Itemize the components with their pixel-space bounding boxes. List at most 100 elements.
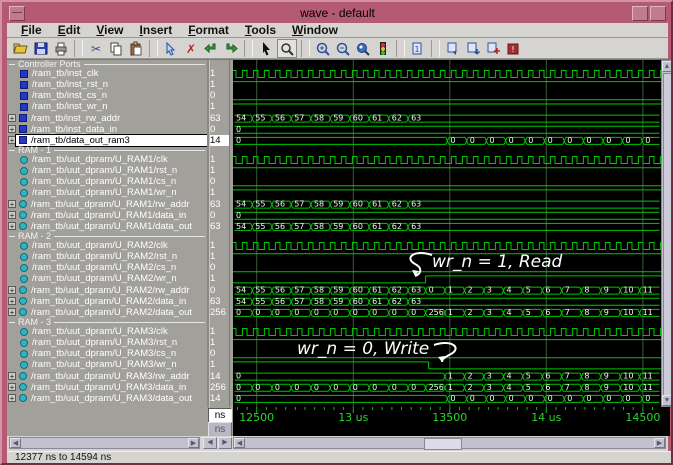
menu-insert[interactable]: Insert bbox=[132, 23, 181, 37]
menu-format[interactable]: Format bbox=[180, 23, 237, 37]
hscroll-thumb[interactable] bbox=[424, 438, 462, 450]
copy-icon[interactable] bbox=[107, 40, 125, 57]
vertical-scrollbar[interactable]: ▲ ▼ bbox=[661, 60, 671, 407]
signal-row[interactable]: + /ram_tb/uut_dpram/U_RAM3/rw_addr bbox=[7, 371, 207, 382]
run-icon[interactable] bbox=[444, 40, 462, 57]
svg-text:55: 55 bbox=[255, 286, 265, 295]
expand-icon[interactable]: + bbox=[8, 286, 16, 295]
signal-row[interactable]: + /ram_tb/uut_dpram/U_RAM3/data_out bbox=[7, 393, 207, 404]
signal-name-panel[interactable]: Controller Ports/ram_tb/inst_clk/ram_tb/… bbox=[7, 60, 207, 407]
print-icon[interactable] bbox=[52, 40, 70, 57]
maximize-button[interactable] bbox=[650, 6, 666, 21]
wave-horizontal-scrollbar[interactable]: ◀ ▶ bbox=[233, 437, 666, 450]
signal-row[interactable]: + /ram_tb/inst_rw_addr bbox=[7, 113, 207, 124]
signal-row[interactable]: /ram_tb/uut_dpram/U_RAM3/cs_n bbox=[7, 348, 207, 359]
toolbar-separator bbox=[244, 39, 253, 57]
svg-text:14 us: 14 us bbox=[531, 411, 561, 422]
annotation-text: wr_n = 0, Write bbox=[297, 339, 429, 359]
select-mode-icon[interactable] bbox=[257, 40, 275, 57]
delete-cursor-icon[interactable]: ✗ bbox=[182, 40, 200, 57]
expand-icon[interactable]: + bbox=[8, 211, 16, 220]
signal-row[interactable]: /ram_tb/uut_dpram/U_RAM2/cs_n bbox=[7, 262, 207, 273]
signal-name: /ram_tb/uut_dpram/U_RAM2/cs_n bbox=[32, 262, 177, 274]
cut-icon[interactable]: ✂ bbox=[87, 40, 105, 57]
scroll-down-icon[interactable]: ▼ bbox=[662, 395, 671, 406]
signal-row[interactable]: + /ram_tb/uut_dpram/U_RAM3/data_in bbox=[7, 382, 207, 393]
zoom-in-icon[interactable] bbox=[314, 40, 332, 57]
svg-text:60: 60 bbox=[353, 286, 363, 295]
signal-row[interactable]: + /ram_tb/uut_dpram/U_RAM2/data_in bbox=[7, 296, 207, 307]
zoom-mode-icon[interactable] bbox=[277, 38, 297, 58]
signal-row[interactable]: /ram_tb/uut_dpram/U_RAM3/clk bbox=[7, 326, 207, 337]
scroll-right-icon[interactable]: ▶ bbox=[188, 438, 199, 448]
vscroll-thumb[interactable] bbox=[663, 73, 671, 396]
scroll-left-icon[interactable]: ◀ bbox=[234, 438, 245, 448]
waveform-canvas[interactable]: 54 55 56 57 58 59 60 61 62 63 0 0 0 0 0 0 0 0 0 0 0 0 0 54 55 56 5… bbox=[233, 60, 661, 407]
save-icon[interactable] bbox=[32, 40, 50, 57]
svg-text:0: 0 bbox=[314, 383, 319, 392]
find-previous-transition-icon[interactable] bbox=[202, 40, 220, 57]
scroll-left-icon[interactable]: ◀ bbox=[10, 438, 21, 448]
pane-shrink-icon[interactable]: ◀ bbox=[203, 437, 217, 449]
signal-row[interactable]: /ram_tb/inst_clk bbox=[7, 68, 207, 79]
signal-stoplight-icon[interactable] bbox=[374, 40, 392, 57]
svg-text:1: 1 bbox=[448, 308, 453, 317]
expand-icon[interactable]: + bbox=[8, 297, 16, 306]
open-icon[interactable] bbox=[12, 40, 30, 57]
signal-row[interactable]: /ram_tb/uut_dpram/U_RAM1/clk bbox=[7, 154, 207, 165]
zoom-out-icon[interactable] bbox=[334, 40, 352, 57]
menu-tools[interactable]: Tools bbox=[237, 23, 284, 37]
expand-icon[interactable]: + bbox=[8, 308, 16, 317]
cursor-track[interactable] bbox=[233, 422, 670, 436]
expand-icon[interactable]: + bbox=[8, 200, 16, 209]
expand-icon[interactable]: + bbox=[8, 125, 16, 134]
pane-grow-icon[interactable]: ▶ bbox=[218, 437, 232, 449]
title-bar[interactable]: wave - default bbox=[7, 4, 668, 22]
menu-file[interactable]: File bbox=[13, 23, 50, 37]
signal-row[interactable]: + /ram_tb/uut_dpram/U_RAM2/rw_addr bbox=[7, 285, 207, 296]
signal-row[interactable]: /ram_tb/uut_dpram/U_RAM1/rst_n bbox=[7, 165, 207, 176]
find-next-transition-icon[interactable] bbox=[222, 40, 240, 57]
expand-icon[interactable]: + bbox=[8, 394, 16, 403]
signal-row[interactable]: /ram_tb/uut_dpram/U_RAM2/wr_n bbox=[7, 273, 207, 284]
signal-value: 1 bbox=[210, 101, 216, 113]
signal-row[interactable]: /ram_tb/uut_dpram/U_RAM1/cs_n bbox=[7, 176, 207, 187]
signal-row[interactable]: + /ram_tb/uut_dpram/U_RAM1/rw_addr bbox=[7, 199, 207, 210]
break-icon[interactable]: ! bbox=[504, 40, 522, 57]
expand-icon[interactable]: + bbox=[8, 136, 16, 145]
svg-text:62: 62 bbox=[392, 200, 402, 209]
scroll-up-icon[interactable]: ▲ bbox=[662, 61, 671, 72]
time-ruler[interactable]: 12500 13 us 13500 14 us 14500 bbox=[233, 407, 670, 424]
add-cursor-icon[interactable] bbox=[162, 40, 180, 57]
menu-view[interactable]: View bbox=[88, 23, 131, 37]
signal-name: /ram_tb/uut_dpram/U_RAM1/wr_n bbox=[32, 187, 177, 199]
restart-icon[interactable]: 1 bbox=[409, 40, 427, 57]
signal-value: 1 bbox=[210, 187, 216, 199]
signal-row[interactable]: /ram_tb/inst_wr_n bbox=[7, 101, 207, 112]
signal-name: /ram_tb/inst_wr_n bbox=[32, 101, 108, 113]
signal-row[interactable]: /ram_tb/uut_dpram/U_RAM2/rst_n bbox=[7, 251, 207, 262]
zoom-full-icon[interactable] bbox=[354, 40, 372, 57]
signal-row[interactable]: /ram_tb/uut_dpram/U_RAM3/rst_n bbox=[7, 337, 207, 348]
signal-row[interactable]: + /ram_tb/uut_dpram/U_RAM1/data_in bbox=[7, 210, 207, 221]
signal-row[interactable]: /ram_tb/inst_rst_n bbox=[7, 79, 207, 90]
expand-icon[interactable]: + bbox=[8, 383, 16, 392]
names-horizontal-scrollbar[interactable]: ◀ ▶ bbox=[9, 437, 200, 449]
paste-icon[interactable] bbox=[127, 40, 145, 57]
menu-window[interactable]: Window bbox=[284, 23, 346, 37]
menu-edit[interactable]: Edit bbox=[50, 23, 89, 37]
run-all-icon[interactable] bbox=[484, 40, 502, 57]
run-continue-icon[interactable] bbox=[464, 40, 482, 57]
expand-icon[interactable]: + bbox=[8, 114, 16, 123]
expand-icon[interactable]: + bbox=[8, 372, 16, 381]
expand-icon[interactable]: + bbox=[8, 222, 16, 231]
signal-row[interactable]: /ram_tb/uut_dpram/U_RAM1/wr_n bbox=[7, 187, 207, 198]
minimize-button[interactable] bbox=[632, 6, 648, 21]
signal-row[interactable]: + /ram_tb/inst_data_in bbox=[7, 124, 207, 135]
scroll-right-icon[interactable]: ▶ bbox=[654, 438, 665, 448]
svg-text:0: 0 bbox=[509, 136, 514, 145]
signal-row[interactable]: /ram_tb/uut_dpram/U_RAM3/wr_n bbox=[7, 359, 207, 370]
signal-row[interactable]: /ram_tb/uut_dpram/U_RAM2/clk bbox=[7, 240, 207, 251]
signal-row[interactable]: /ram_tb/inst_cs_n bbox=[7, 90, 207, 101]
svg-text:59: 59 bbox=[333, 297, 343, 306]
